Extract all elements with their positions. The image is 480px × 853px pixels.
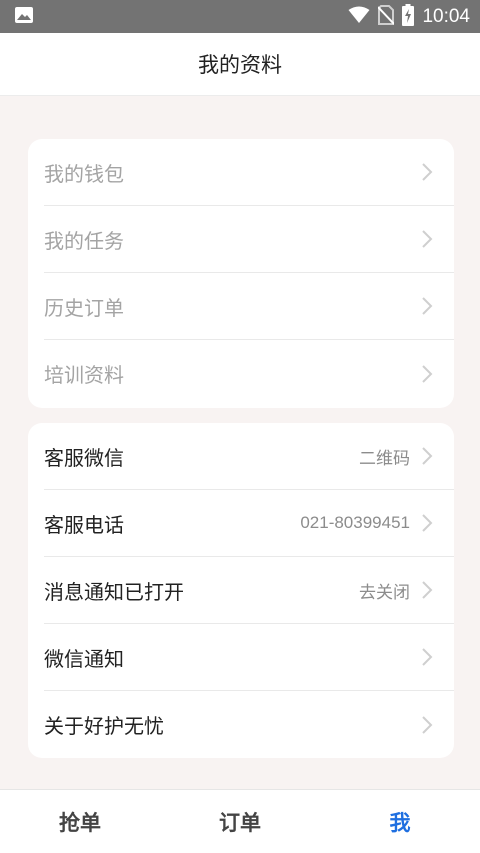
menu-item-about[interactable]: 关于好护无忧 — [44, 691, 454, 758]
menu-item-notifications[interactable]: 消息通知已打开 去关闭 — [44, 557, 454, 624]
page-header: 我的资料 — [0, 33, 480, 96]
chevron-right-icon — [420, 512, 434, 534]
menu-card-secondary: 客服微信 二维码 客服电话 021-80399451 消息通知已打开 去关闭 微… — [28, 423, 454, 758]
menu-item-service-wechat[interactable]: 客服微信 二维码 — [44, 423, 454, 490]
chevron-right-icon — [420, 646, 434, 668]
wifi-icon — [348, 6, 370, 28]
menu-item-service-phone[interactable]: 客服电话 021-80399451 — [44, 490, 454, 557]
menu-item-order-history[interactable]: 历史订单 — [44, 273, 454, 340]
tab-me[interactable]: 我 — [320, 807, 480, 837]
main-content: 我的钱包 我的任务 历史订单 培训资料 客服微信 二维码 客服电话 021-80… — [0, 96, 480, 789]
chevron-right-icon — [420, 161, 434, 183]
chevron-right-icon — [420, 295, 434, 317]
chevron-right-icon — [420, 579, 434, 601]
no-sim-icon — [377, 4, 396, 29]
menu-item-wallet[interactable]: 我的钱包 — [44, 139, 454, 206]
battery-charging-icon — [402, 3, 415, 30]
status-time: 10:04 — [422, 5, 470, 27]
bottom-tab-bar: 抢单 订单 我 — [0, 789, 480, 853]
menu-item-label: 培训资料 — [44, 363, 124, 387]
menu-item-label: 微信通知 — [44, 646, 124, 671]
menu-item-tasks[interactable]: 我的任务 — [44, 206, 454, 273]
menu-item-value: 二维码 — [359, 448, 410, 469]
image-icon — [14, 6, 34, 28]
chevron-right-icon — [420, 445, 434, 467]
menu-item-value: 去关闭 — [359, 582, 410, 603]
chevron-right-icon — [420, 363, 434, 385]
menu-item-label: 客服电话 — [44, 512, 124, 537]
chevron-right-icon — [420, 714, 434, 736]
menu-item-label: 消息通知已打开 — [44, 579, 184, 604]
menu-item-value: 021-80399451 — [300, 513, 410, 532]
chevron-right-icon — [420, 228, 434, 250]
menu-item-label: 关于好护无忧 — [44, 714, 164, 738]
tab-orders[interactable]: 订单 — [160, 807, 320, 837]
menu-item-wechat-notify[interactable]: 微信通知 — [44, 624, 454, 691]
menu-item-label: 历史订单 — [44, 295, 124, 320]
menu-item-label: 客服微信 — [44, 445, 124, 470]
menu-item-training[interactable]: 培训资料 — [44, 340, 454, 407]
menu-item-label: 我的钱包 — [44, 161, 124, 186]
tab-grab-orders[interactable]: 抢单 — [0, 807, 160, 837]
page-title: 我的资料 — [198, 53, 282, 77]
status-bar: 10:04 — [0, 0, 480, 33]
menu-item-label: 我的任务 — [44, 228, 124, 253]
menu-card-primary: 我的钱包 我的任务 历史订单 培训资料 — [28, 139, 454, 408]
